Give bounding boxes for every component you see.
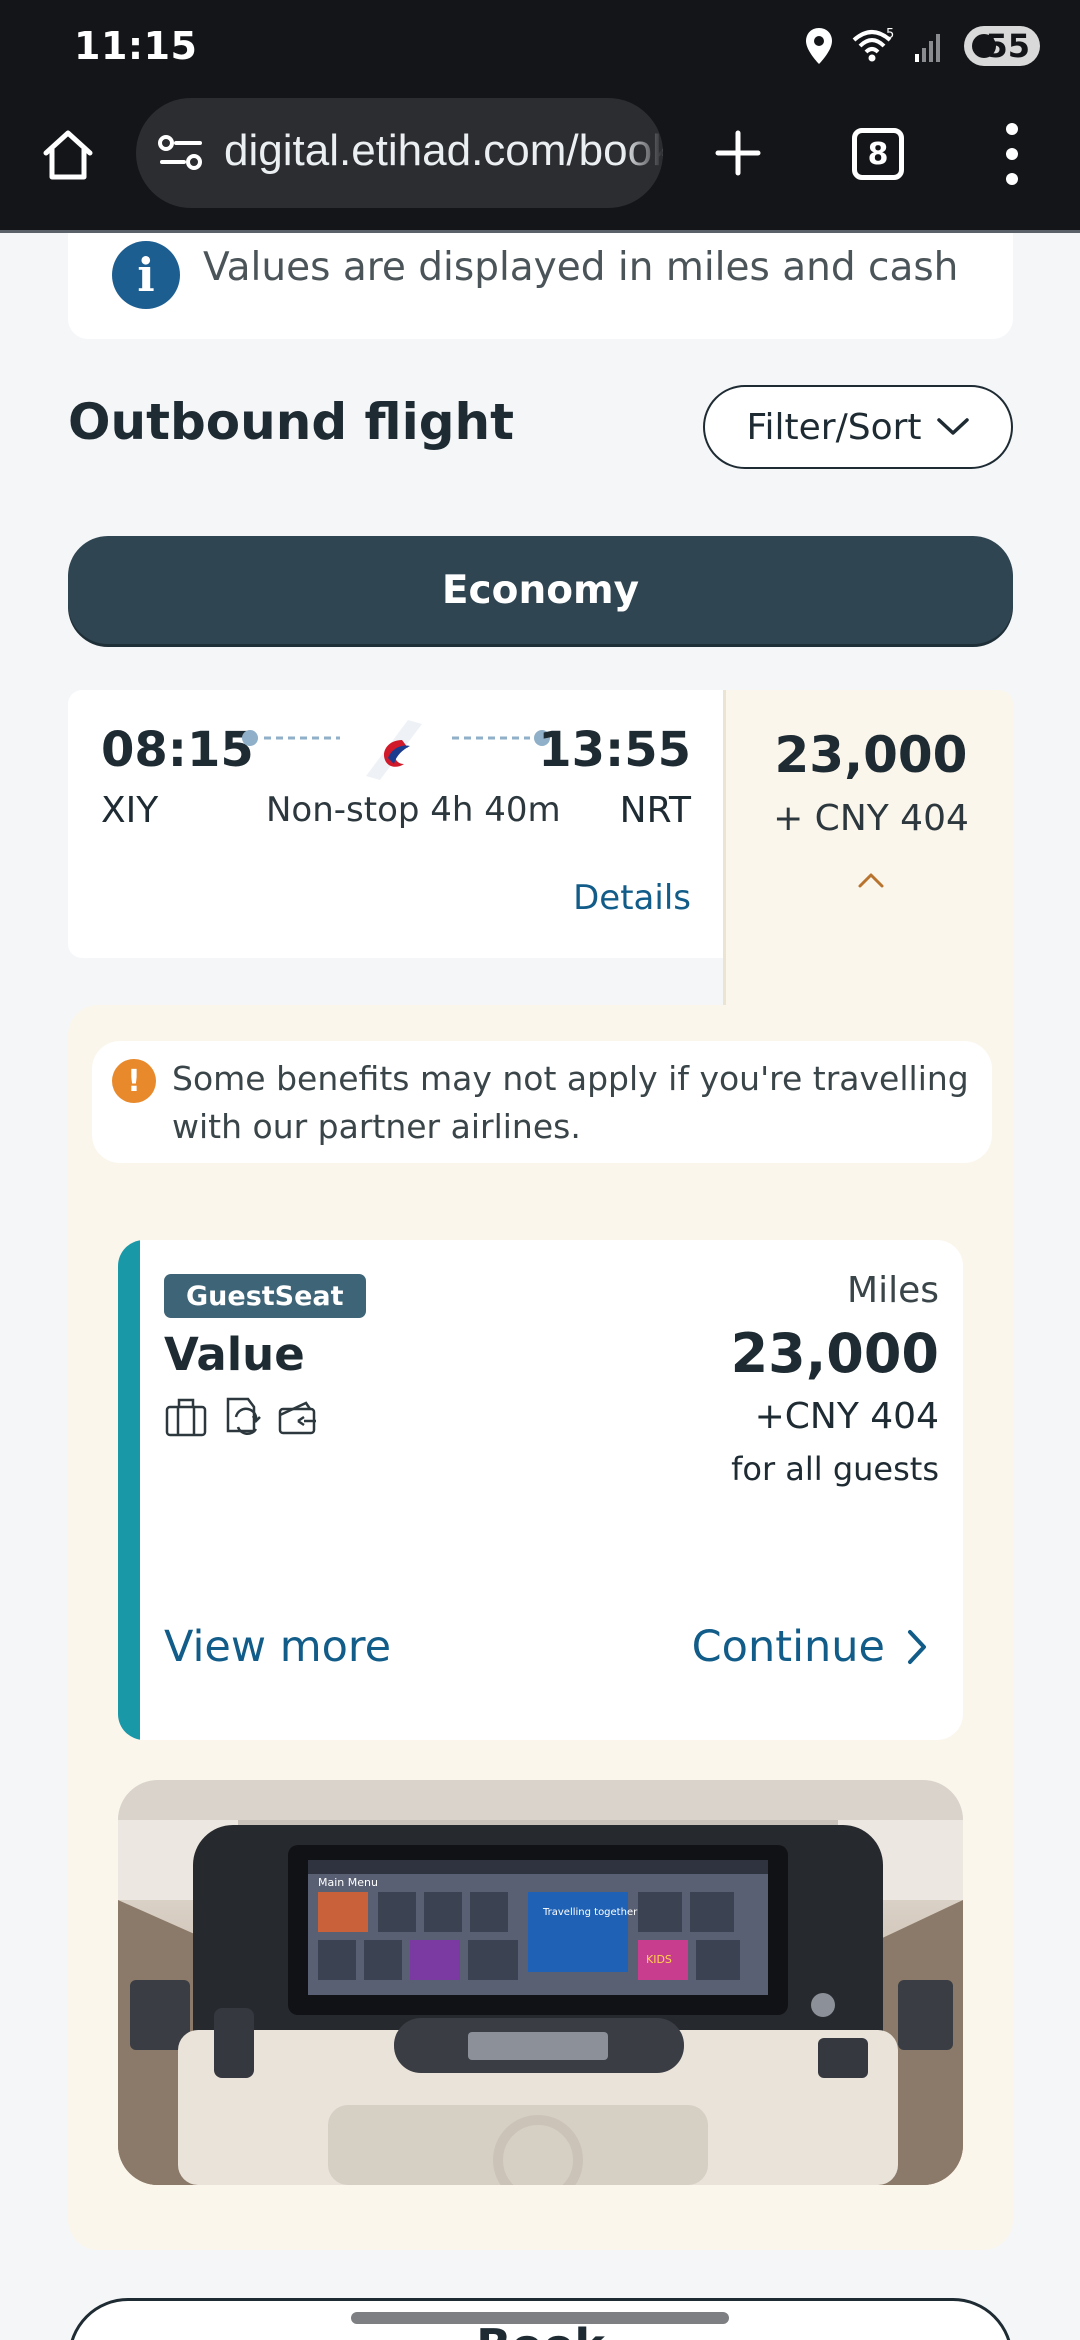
continue-button[interactable]: Continue bbox=[692, 1622, 927, 1672]
svg-text:Travelling together: Travelling together bbox=[542, 1907, 638, 1918]
flight-card[interactable]: 08:15 XIY 13:55 Non-stop 4h 40m NRT Deta… bbox=[68, 690, 723, 958]
url-fade bbox=[623, 98, 663, 208]
tab-switcher-button[interactable]: 8 bbox=[852, 128, 904, 180]
fare-miles-value: 23,000 bbox=[730, 1322, 939, 1385]
route-line-right bbox=[452, 730, 550, 746]
svg-text:KIDS: KIDS bbox=[646, 1953, 672, 1966]
refund-icon bbox=[278, 1401, 316, 1435]
route-line-left bbox=[242, 730, 340, 746]
fare-cash-value: +CNY 404 bbox=[754, 1396, 939, 1437]
chevron-up-icon[interactable] bbox=[856, 870, 886, 890]
seat-entertainment-image: Main Menu Travelling together KIDS bbox=[118, 1780, 963, 2185]
warning-icon: ! bbox=[112, 1059, 156, 1103]
fare-miles-label: Miles bbox=[847, 1270, 939, 1311]
site-settings-icon[interactable] bbox=[158, 132, 204, 174]
economy-price-selector[interactable]: 23,000 + CNY 404 bbox=[723, 690, 1013, 1010]
tab-economy[interactable]: Economy bbox=[68, 536, 1013, 644]
fare-card-value[interactable]: GuestSeat Value Miles 23,000 +CNY 404 fo… bbox=[118, 1240, 963, 1740]
signal-icon bbox=[915, 34, 940, 62]
chevron-down-icon bbox=[936, 418, 969, 435]
info-text: Values are displayed in miles and cash bbox=[203, 245, 959, 290]
battery-saver-icon bbox=[972, 34, 996, 58]
location-icon bbox=[806, 28, 832, 64]
arrive-airport: NRT bbox=[619, 790, 691, 831]
arrive-time: 13:55 bbox=[538, 722, 691, 778]
info-banner: i Values are displayed in miles and cash bbox=[68, 233, 1013, 339]
filter-sort-label: Filter/Sort bbox=[746, 406, 922, 448]
view-more-link[interactable]: View more bbox=[164, 1622, 391, 1672]
wifi-icon: 5 bbox=[852, 27, 894, 62]
baggage-icon bbox=[165, 1398, 207, 1437]
browser-toolbar: digital.etihad.com/book/flights 8 bbox=[0, 95, 1080, 233]
partner-airline-notice: ! Some benefits may not apply if you're … bbox=[92, 1041, 992, 1163]
economy-miles: 23,000 bbox=[774, 726, 968, 784]
status-bar: 11:15 5 55 bbox=[0, 0, 1080, 95]
chevron-right-icon bbox=[908, 1630, 926, 1664]
page-title: Outbound flight bbox=[68, 393, 515, 451]
new-tab-icon[interactable] bbox=[708, 123, 768, 183]
more-menu-icon[interactable] bbox=[1000, 123, 1024, 185]
continue-label: Continue bbox=[691, 1622, 885, 1672]
change-icon bbox=[226, 1397, 261, 1436]
svg-text:5: 5 bbox=[886, 27, 894, 42]
url-text[interactable]: digital.etihad.com/book/flights bbox=[224, 126, 663, 176]
details-link[interactable]: Details bbox=[573, 878, 691, 918]
filter-sort-button[interactable]: Filter/Sort bbox=[703, 385, 1013, 469]
info-icon: i bbox=[112, 241, 180, 309]
status-icons: 5 55 bbox=[804, 24, 1040, 68]
depart-time: 08:15 bbox=[101, 722, 254, 778]
economy-cash: + CNY 404 bbox=[773, 798, 969, 839]
partner-notice-text: Some benefits may not apply if you're tr… bbox=[172, 1059, 969, 1146]
seatback-illustration: Main Menu Travelling together KIDS bbox=[118, 1780, 963, 2185]
home-icon[interactable] bbox=[38, 125, 98, 185]
flight-duration: Non-stop 4h 40m bbox=[266, 790, 561, 830]
gesture-navigation-bar[interactable] bbox=[351, 2312, 729, 2324]
fare-badge: GuestSeat bbox=[164, 1274, 366, 1318]
fare-options-panel: ! Some benefits may not apply if you're … bbox=[68, 1005, 1013, 2250]
airline-logo-icon bbox=[366, 720, 422, 780]
fare-guests-note: for all guests bbox=[731, 1450, 939, 1488]
fare-name: Value bbox=[164, 1328, 305, 1381]
address-bar[interactable]: digital.etihad.com/book/flights bbox=[136, 98, 663, 208]
status-time: 11:15 bbox=[74, 24, 198, 68]
battery-indicator: 55 bbox=[964, 26, 1040, 66]
fare-benefit-icons bbox=[164, 1395, 320, 1439]
fare-accent-bar bbox=[118, 1240, 140, 1740]
svg-text:Main Menu: Main Menu bbox=[318, 1876, 378, 1889]
depart-airport: XIY bbox=[101, 790, 159, 831]
